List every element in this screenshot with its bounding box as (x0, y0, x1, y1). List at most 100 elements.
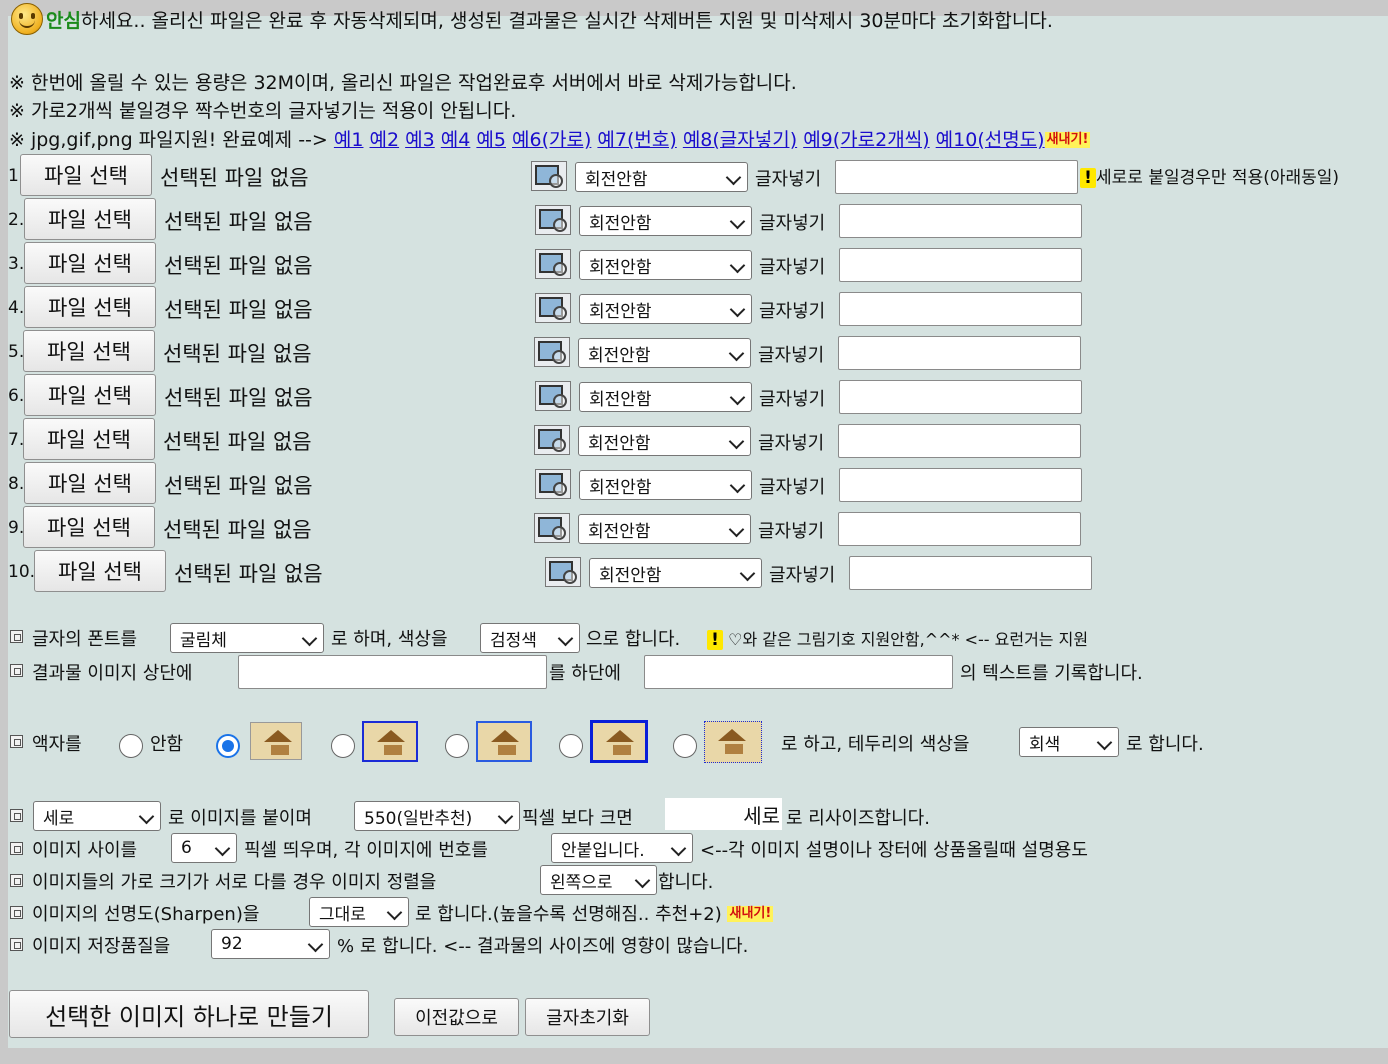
choose-file-button-4[interactable]: 파일 선택 (24, 286, 156, 328)
numbering-select[interactable]: 안붙입니다. (551, 833, 693, 863)
choose-file-button-10[interactable]: 파일 선택 (34, 550, 166, 592)
top-text-input[interactable] (238, 655, 547, 689)
font-row-note: ! ♡와 같은 그림기호 지원안함,^^* <-- 요런거는 지원 (707, 626, 1088, 650)
text-overlay-input-9[interactable] (838, 512, 1081, 546)
chevron-down-icon (729, 389, 746, 406)
reset-text-button[interactable]: 글자초기화 (525, 998, 650, 1036)
bottom-text-input[interactable] (644, 655, 953, 689)
rotate-select-9[interactable]: 회전안함 (578, 514, 751, 544)
align-select[interactable]: 왼쪽으로 (540, 865, 657, 895)
frame-style-3-radio[interactable] (445, 734, 469, 758)
text-overlay-input-10[interactable] (849, 556, 1092, 590)
previous-values-button[interactable]: 이전값으로 (394, 998, 519, 1036)
example-link-1[interactable]: 예1 (334, 129, 364, 151)
image-preview-icon[interactable] (545, 557, 581, 587)
font-select[interactable]: 굴림체 (170, 623, 324, 653)
quality-select[interactable]: 92 (211, 929, 330, 959)
rotate-select-3[interactable]: 회전안함 (579, 250, 752, 280)
text-overlay-label: 글자넣기 (758, 345, 825, 366)
font-row-label: 글자의 폰트를 (32, 629, 138, 650)
choose-file-button-5[interactable]: 파일 선택 (23, 330, 155, 372)
chevron-down-icon (729, 213, 746, 230)
image-preview-icon[interactable] (531, 161, 567, 191)
rotate-select-10[interactable]: 회전안함 (589, 558, 762, 588)
notice-capacity: ※ 한번에 올릴 수 있는 용량은 32M이며, 올리신 파일은 작업완료후 서… (9, 72, 797, 94)
bottom-text-label: 를 하단에 (549, 663, 621, 684)
direction-text3: 로 리사이즈합니다. (786, 808, 930, 829)
upload-row-number: 3. (8, 254, 25, 274)
frame-style-4-radio[interactable] (559, 734, 583, 758)
spacing-value: 6 (181, 838, 192, 858)
example-link-5[interactable]: 예5 (476, 129, 506, 151)
image-preview-icon[interactable] (535, 249, 571, 279)
rotate-select-2[interactable]: 회전안함 (579, 206, 752, 236)
choose-file-button-3[interactable]: 파일 선택 (24, 242, 156, 284)
bullet-icon (10, 664, 23, 677)
frame-label: 액자를 (32, 734, 82, 755)
border-color-select[interactable]: 회색 (1019, 727, 1119, 757)
image-preview-icon[interactable] (534, 337, 570, 367)
text-overlay-label: 글자넣기 (758, 433, 825, 454)
chevron-down-icon (670, 840, 687, 857)
rotate-select-1[interactable]: 회전안함 (575, 162, 748, 192)
bullet-icon (10, 630, 23, 643)
rotate-select-6[interactable]: 회전안함 (579, 382, 752, 412)
image-preview-icon[interactable] (535, 469, 571, 499)
image-preview-icon[interactable] (535, 293, 571, 323)
rotate-select-8[interactable]: 회전안함 (579, 470, 752, 500)
direction-text1: 로 이미지를 붙이며 (168, 808, 312, 829)
rotate-select-7[interactable]: 회전안함 (578, 426, 751, 456)
text-overlay-input-1[interactable] (835, 160, 1078, 194)
font-color-select[interactable]: 검정색 (480, 623, 580, 653)
spacing-select[interactable]: 6 (171, 833, 237, 863)
no-file-label-7: 선택된 파일 없음 (163, 430, 312, 454)
example-link-4[interactable]: 예4 (441, 129, 471, 151)
direction-select[interactable]: 세로 (33, 801, 161, 831)
choose-file-button-2[interactable]: 파일 선택 (24, 198, 156, 240)
chevron-down-icon (728, 433, 745, 450)
font-color-value: 검정색 (490, 630, 537, 651)
frame-style-1-radio[interactable] (216, 734, 240, 758)
notice-examples: ※ jpg,gif,png 파일지원! 완료예제 --> 예1 예2 예3 예4… (9, 125, 1091, 152)
choose-file-button-1[interactable]: 파일 선택 (20, 154, 152, 196)
max-size-select[interactable]: 550(일반추천) (354, 801, 520, 831)
choose-file-button-6[interactable]: 파일 선택 (24, 374, 156, 416)
example-link-10[interactable]: 예10(선명도) (936, 129, 1045, 151)
examples-prefix: ※ jpg,gif,png 파일지원! 완료예제 --> (9, 129, 328, 151)
example-link-8[interactable]: 예8(글자넣기) (683, 129, 797, 151)
text-overlay-input-5[interactable] (838, 336, 1081, 370)
bullet-icon (10, 735, 23, 748)
example-link-2[interactable]: 예2 (370, 129, 400, 151)
rotate-select-value: 회전안함 (588, 521, 651, 542)
rotate-select-4[interactable]: 회전안함 (579, 294, 752, 324)
text-overlay-input-2[interactable] (839, 204, 1082, 238)
text-overlay-input-4[interactable] (839, 292, 1082, 326)
no-file-label-4: 선택된 파일 없음 (164, 298, 313, 322)
image-preview-icon[interactable] (534, 425, 570, 455)
image-preview-icon[interactable] (535, 205, 571, 235)
example-link-7[interactable]: 예7(번호) (597, 129, 676, 151)
sharpen-select[interactable]: 그대로 (309, 897, 409, 927)
align-after: 합니다. (658, 872, 714, 893)
text-overlay-input-6[interactable] (839, 380, 1082, 414)
text-overlay-input-8[interactable] (839, 468, 1082, 502)
example-link-3[interactable]: 예3 (405, 129, 435, 151)
direction-value: 세로 (43, 808, 75, 829)
frame-style-2-radio[interactable] (331, 734, 355, 758)
example-link-6[interactable]: 예6(가로) (512, 129, 591, 151)
upload-row-number: 8. (8, 474, 25, 494)
frame-style-5-radio[interactable] (673, 734, 697, 758)
text-overlay-input-3[interactable] (839, 248, 1082, 282)
image-preview-icon[interactable] (534, 513, 570, 543)
text-overlay-input-7[interactable] (838, 424, 1081, 458)
choose-file-button-8[interactable]: 파일 선택 (24, 462, 156, 504)
quality-value: 92 (221, 934, 243, 954)
choose-file-button-9[interactable]: 파일 선택 (23, 506, 155, 548)
rotate-select-5[interactable]: 회전안함 (578, 338, 751, 368)
frame-none-radio[interactable] (119, 734, 143, 758)
choose-file-button-7[interactable]: 파일 선택 (23, 418, 155, 460)
image-preview-icon[interactable] (535, 381, 571, 411)
example-link-9[interactable]: 예9(가로2개씩) (803, 129, 929, 151)
max-size-value: 550(일반추천) (364, 808, 473, 829)
make-image-button[interactable]: 선택한 이미지 하나로 만들기 (9, 990, 369, 1038)
